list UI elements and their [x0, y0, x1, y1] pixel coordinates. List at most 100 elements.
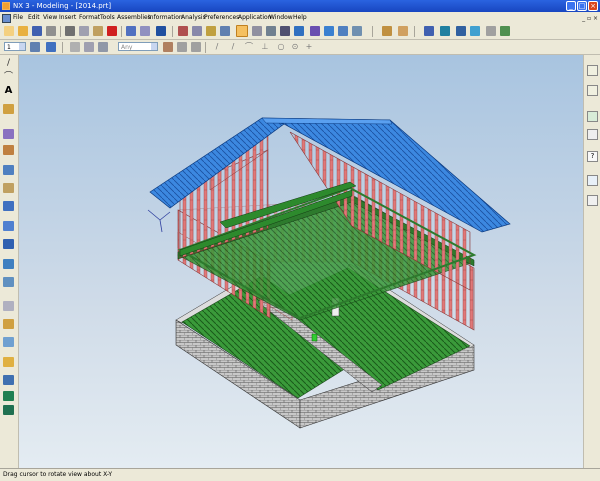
circle-icon[interactable]: ○ — [276, 42, 286, 52]
part-navigator-icon[interactable] — [587, 85, 598, 96]
chevron-down-icon[interactable] — [151, 43, 157, 50]
menu-format[interactable]: Format — [79, 12, 100, 23]
sketch-icon[interactable] — [3, 104, 14, 114]
block-icon[interactable] — [3, 165, 14, 175]
information-icon[interactable] — [156, 26, 166, 36]
maximize-button[interactable]: □ — [577, 1, 587, 11]
shaded-icon[interactable] — [310, 26, 320, 36]
menu-window[interactable]: Window — [269, 12, 293, 23]
filter-icon[interactable] — [163, 42, 173, 52]
shaded-edges-icon[interactable] — [338, 26, 348, 36]
work-layer-select[interactable]: 1 — [4, 42, 26, 51]
perpendicular-icon[interactable]: ⊥ — [260, 42, 270, 52]
menu-help[interactable]: Help — [293, 12, 307, 23]
menu-analysis[interactable]: Analysis — [181, 12, 206, 23]
analysis-icon[interactable] — [424, 26, 434, 36]
point-icon[interactable]: ⊙ — [290, 42, 300, 52]
snap-point-icon[interactable] — [70, 42, 80, 52]
line-2-icon[interactable]: / — [228, 42, 238, 52]
application-icon[interactable] — [500, 26, 510, 36]
roles-icon[interactable] — [587, 129, 598, 140]
plus-icon[interactable]: + — [304, 42, 314, 52]
assembly-icon[interactable] — [440, 26, 450, 36]
extrude-icon[interactable] — [3, 129, 14, 139]
chamfer-icon[interactable] — [3, 319, 14, 329]
delete-icon[interactable] — [107, 26, 117, 36]
web-browser-icon[interactable] — [587, 111, 598, 122]
text-tool-icon[interactable]: A — [3, 86, 14, 96]
minimize-button[interactable]: _ — [566, 1, 576, 11]
line-icon[interactable]: / — [212, 42, 222, 52]
nx-app-icon[interactable] — [2, 2, 10, 10]
render-style-icon[interactable] — [324, 26, 334, 36]
history-icon[interactable] — [587, 175, 598, 186]
groove-icon[interactable] — [3, 277, 14, 287]
feature-icon[interactable] — [456, 26, 466, 36]
hole-icon[interactable] — [3, 183, 14, 193]
wcs-icon[interactable] — [398, 26, 408, 36]
cut-icon[interactable] — [65, 26, 75, 36]
copy-icon[interactable] — [79, 26, 89, 36]
slot-icon[interactable] — [3, 259, 14, 269]
unite-icon[interactable] — [3, 391, 14, 401]
move-layer-icon[interactable] — [46, 42, 56, 52]
perspective-icon[interactable] — [252, 26, 262, 36]
select-icon[interactable] — [84, 42, 94, 52]
assembly-navigator-icon[interactable] — [587, 65, 598, 76]
undo-icon[interactable] — [126, 26, 136, 36]
menu-information[interactable]: Information — [148, 12, 183, 23]
arc-tool-icon[interactable]: ⌒ — [3, 72, 14, 82]
properties-icon[interactable] — [587, 195, 598, 206]
close-button[interactable]: × — [588, 1, 598, 11]
boss-icon[interactable] — [3, 201, 14, 211]
trim-body-icon[interactable] — [3, 357, 14, 367]
revolve-icon[interactable] — [3, 145, 14, 155]
layer-icon[interactable] — [30, 42, 40, 52]
section-icon[interactable] — [280, 26, 290, 36]
status-bar: Drag cursor to rotate view about X-Y — [0, 468, 600, 481]
document-icon[interactable] — [2, 14, 11, 23]
redo-icon[interactable] — [140, 26, 150, 36]
graphics-window[interactable] — [19, 55, 583, 468]
tools-icon[interactable] — [486, 26, 496, 36]
chevron-down-icon[interactable] — [19, 43, 25, 50]
edge-blend-icon[interactable] — [3, 301, 14, 311]
new-icon[interactable] — [4, 26, 14, 36]
menu-file[interactable]: File — [13, 12, 23, 23]
undo-selection-icon[interactable] — [177, 42, 187, 52]
deselect-icon[interactable] — [98, 42, 108, 52]
save-icon[interactable] — [32, 26, 42, 36]
menu-preferences[interactable]: Preferences — [204, 12, 239, 23]
print-icon[interactable] — [46, 26, 56, 36]
menu-assemblies[interactable]: Assemblies — [117, 12, 151, 23]
separator — [62, 42, 63, 53]
pan-icon[interactable] — [206, 26, 216, 36]
redo-selection-icon[interactable] — [191, 42, 201, 52]
shell-icon[interactable] — [3, 337, 14, 347]
pocket-icon[interactable] — [3, 221, 14, 231]
display-mode-icon[interactable] — [352, 26, 362, 36]
paste-icon[interactable] — [93, 26, 103, 36]
zoom-window-icon[interactable] — [220, 26, 230, 36]
help-icon[interactable]: ? — [587, 151, 598, 162]
line-tool-icon[interactable]: / — [3, 58, 14, 68]
view-orient-icon[interactable] — [294, 26, 304, 36]
open-icon[interactable] — [18, 26, 28, 36]
menu-tools[interactable]: Tools — [100, 12, 115, 23]
pad-icon[interactable] — [3, 239, 14, 249]
menu-application[interactable]: Application — [238, 12, 272, 23]
split-body-icon[interactable] — [3, 375, 14, 385]
web-icon[interactable] — [470, 26, 480, 36]
separator — [60, 26, 61, 37]
zoom-icon[interactable] — [192, 26, 202, 36]
layer-settings-icon[interactable] — [382, 26, 392, 36]
menu-edit[interactable]: Edit — [28, 12, 40, 23]
rotate-icon[interactable] — [236, 25, 248, 37]
subtract-icon[interactable] — [3, 405, 14, 415]
menu-insert[interactable]: Insert — [59, 12, 76, 23]
arc-icon[interactable]: ⌒ — [244, 42, 254, 52]
selection-filter-select[interactable]: Any — [118, 42, 158, 51]
restore-icon[interactable] — [266, 26, 276, 36]
fit-icon[interactable] — [178, 26, 188, 36]
menu-view[interactable]: View — [43, 12, 57, 23]
